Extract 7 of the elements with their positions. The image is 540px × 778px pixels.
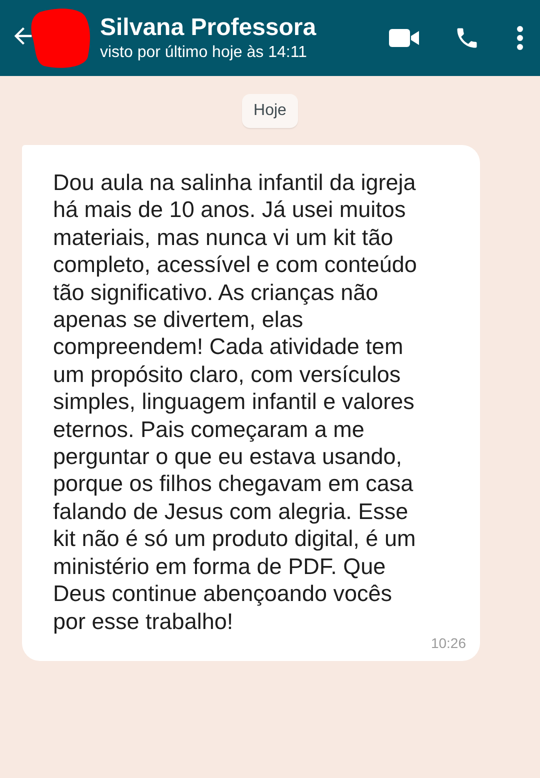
- date-chip: Hoje: [242, 94, 298, 128]
- video-call-icon[interactable]: [388, 26, 420, 50]
- message-time: 10:26: [430, 634, 466, 651]
- last-seen-status: visto por último hoje às 14:11: [100, 44, 308, 62]
- more-options-icon[interactable]: [516, 25, 524, 51]
- message-text: Dou aula na salinha infantil da igreja há mais de 10 anos. Já usei muitos materiais, mas nunca vi um kit tão completo, acessível e com conteúdo tão significativo. As crianças não apenas se divertem, elas compreendem! Cada atividade tem um propósito claro, com versículos simples, linguagem infantil e valores eternos. Pais começaram a me perguntar o que eu estava usando, porque os filhos chegavam em casa falando de Jesus com alegria. Esse kit não é só um produto digital, é um ministério em forma de PDF. Que Deus continue abençoando vocês por esse trabalho!: [53, 169, 418, 635]
- contact-name[interactable]: Silvana Professora: [100, 14, 354, 42]
